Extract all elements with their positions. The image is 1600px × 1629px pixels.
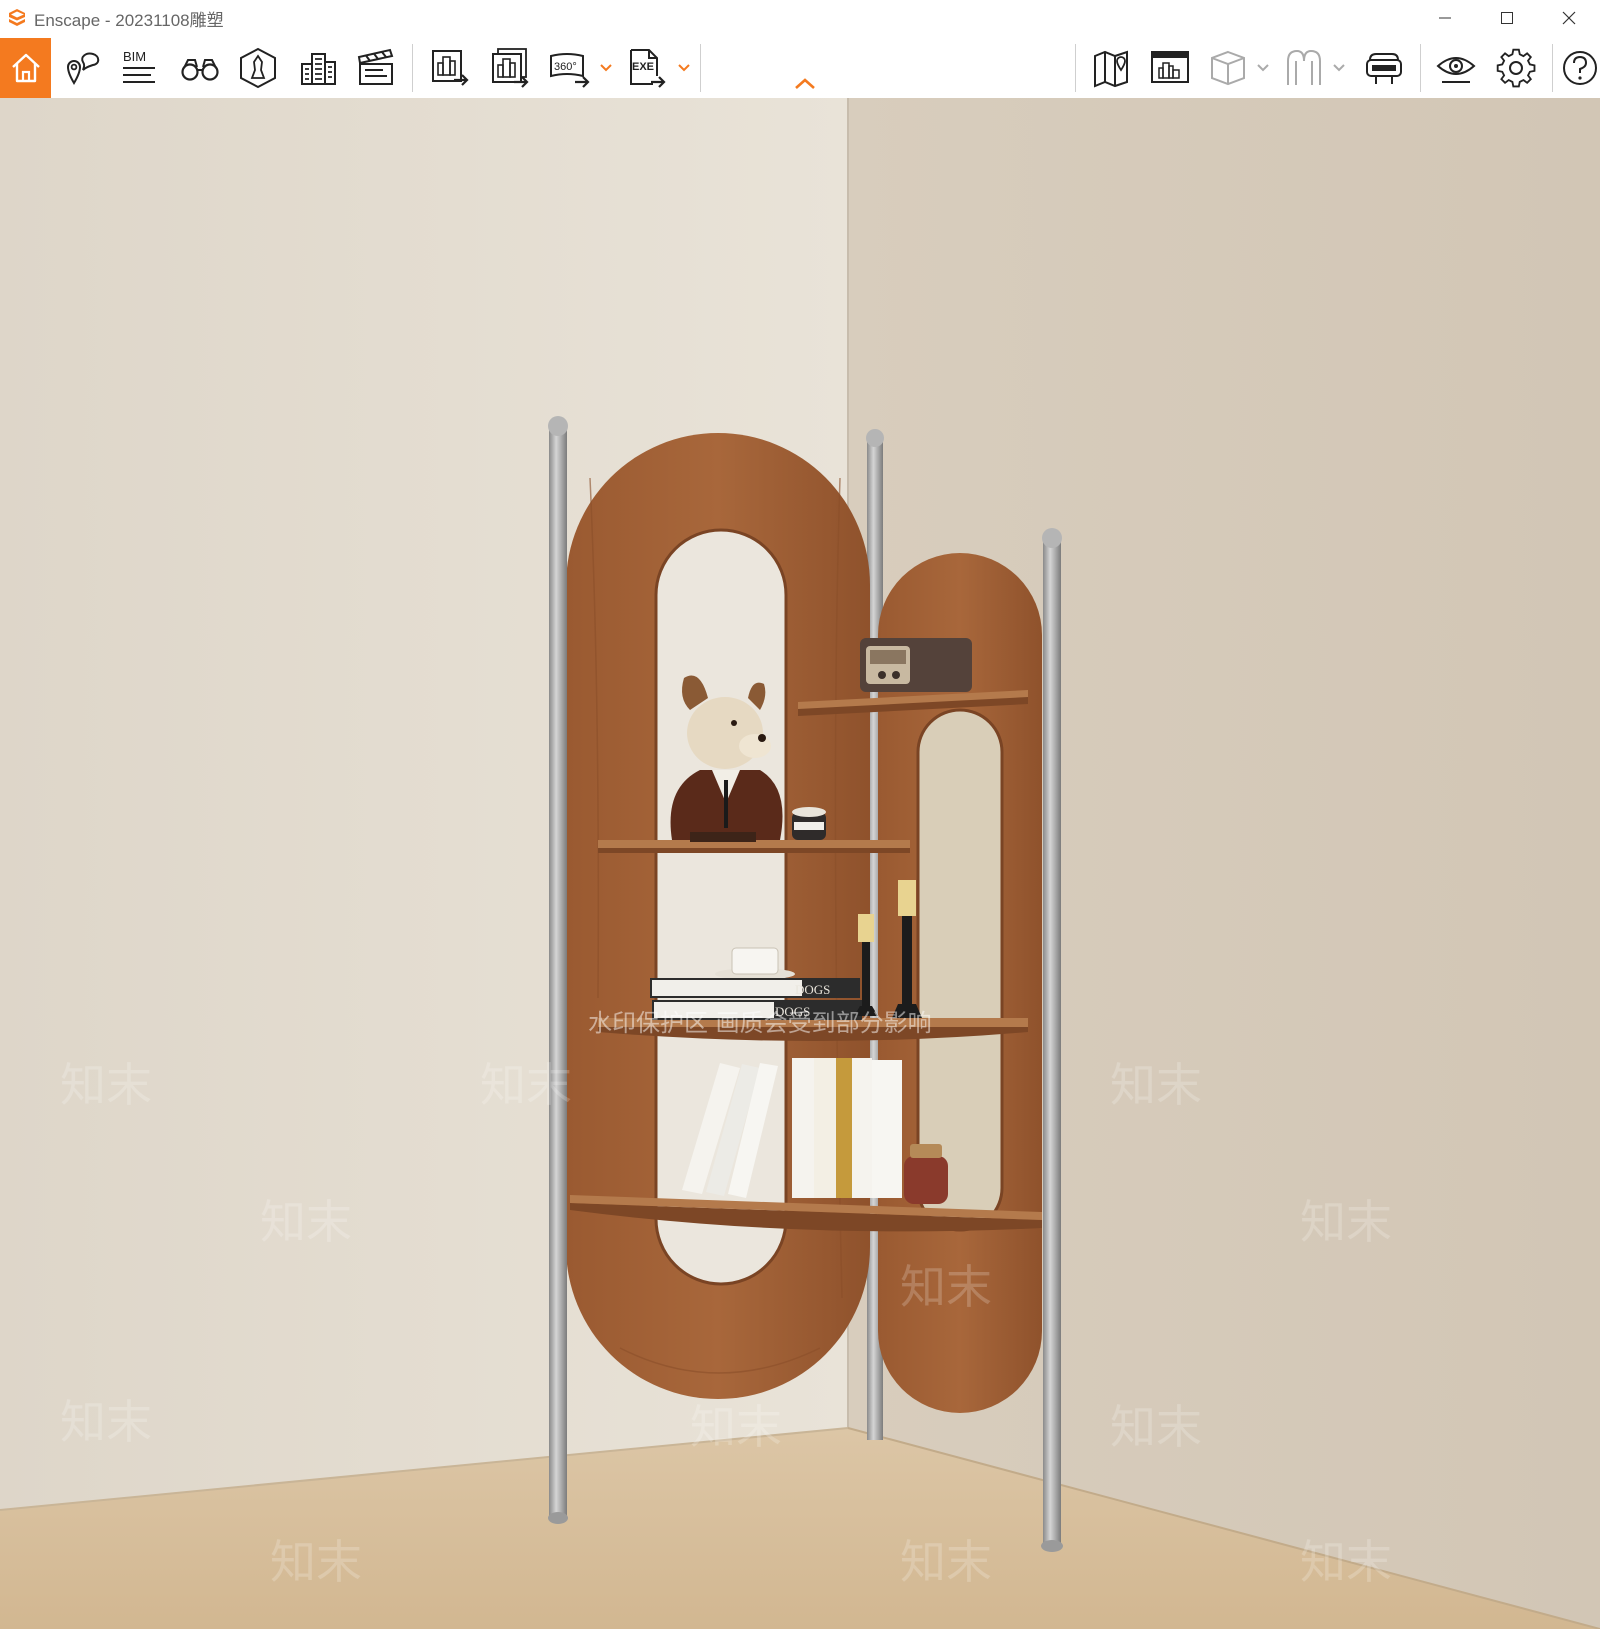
- watermark-text: 知末: [480, 1058, 572, 1112]
- left-arch-panel: [566, 433, 870, 1399]
- buildings-button[interactable]: [292, 38, 344, 98]
- batch-render-button[interactable]: [424, 38, 476, 98]
- collapse-toolbar-button[interactable]: [790, 68, 820, 98]
- binoculars-icon: [181, 59, 219, 81]
- glass-jar-object: [904, 1144, 948, 1204]
- cube-icon: [1211, 50, 1245, 86]
- video-editor-icon: [357, 48, 394, 85]
- exe-export-button[interactable]: EXE: [622, 38, 672, 98]
- chevron-down-icon: [1257, 64, 1269, 72]
- panorama-button[interactable]: 360°: [544, 38, 594, 98]
- exe-label: EXE: [632, 61, 654, 73]
- views-button[interactable]: [58, 38, 108, 98]
- material-icon: [1287, 49, 1321, 85]
- main-toolbar: BIM 360° EXE: [0, 38, 1600, 98]
- material-button[interactable]: [1280, 38, 1328, 98]
- presentation-icon: [1151, 51, 1189, 83]
- small-jar-object: [792, 807, 826, 840]
- watermark-text: 知末: [1300, 1195, 1392, 1249]
- window-title: Enscape - 20231108雕塑: [34, 10, 224, 30]
- presentation-button[interactable]: [1144, 38, 1196, 98]
- bim-label: BIM: [123, 49, 146, 64]
- vr-headset-button[interactable]: [1358, 38, 1410, 98]
- watermark-text: 知末: [60, 1058, 152, 1112]
- watermark-text: 知末: [270, 1535, 362, 1589]
- batch-render-all-button[interactable]: [484, 38, 536, 98]
- close-icon: [1562, 11, 1576, 25]
- watermark-text: 知末: [1110, 1400, 1202, 1454]
- watermark-text: 知末: [900, 1535, 992, 1589]
- cube-button[interactable]: [1204, 38, 1252, 98]
- views-icon: [66, 52, 100, 85]
- metal-pole: [1041, 528, 1063, 1552]
- watermark-text: 知末: [900, 1260, 992, 1314]
- radio-object: [860, 638, 972, 692]
- watermark-text: 知末: [690, 1400, 782, 1454]
- watermark-text: 知末: [60, 1395, 152, 1449]
- help-button[interactable]: [1560, 38, 1600, 98]
- binoculars-button[interactable]: [174, 38, 226, 98]
- chevron-up-icon: [795, 78, 815, 89]
- chevron-down-icon: [600, 64, 612, 72]
- watermark-text: 知末: [1300, 1535, 1392, 1589]
- video-editor-button[interactable]: [350, 38, 402, 98]
- maximize-icon: [1501, 12, 1513, 24]
- material-dropdown[interactable]: [1330, 38, 1348, 98]
- panorama-dropdown[interactable]: [596, 38, 616, 98]
- watermark-banner: 水印保护区 画质会受到部分影响: [588, 1009, 932, 1037]
- render-viewport[interactable]: DOGS DOGS 水印保护区 画质会受到部分影响 知末 知末 知末 知末 知末…: [0, 98, 1600, 1629]
- cube-dropdown[interactable]: [1254, 38, 1272, 98]
- panorama-label: 360°: [554, 61, 577, 73]
- asset-library-icon: [240, 47, 276, 89]
- title-bar: Enscape - 20231108雕塑: [0, 0, 1600, 36]
- panorama-icon: 360°: [550, 53, 590, 88]
- exe-dropdown[interactable]: [674, 38, 694, 98]
- metal-pole: [548, 416, 568, 1524]
- maximize-button[interactable]: [1476, 0, 1538, 36]
- book-spine-label: DOGS: [795, 982, 830, 997]
- minimize-button[interactable]: [1414, 0, 1476, 36]
- close-button[interactable]: [1538, 0, 1600, 36]
- asset-library-button[interactable]: [232, 38, 284, 98]
- minimize-icon: [1439, 17, 1451, 19]
- enscape-logo-icon: [4, 5, 30, 31]
- buildings-icon: [301, 53, 336, 85]
- chevron-down-icon: [1333, 64, 1345, 72]
- chevron-down-icon: [678, 64, 690, 72]
- batch-render-all-icon: [492, 48, 529, 88]
- settings-gear-icon: [1496, 48, 1536, 88]
- home-button[interactable]: [0, 38, 51, 98]
- bim-button[interactable]: BIM: [114, 38, 164, 98]
- visual-settings-button[interactable]: [1430, 38, 1482, 98]
- map-icon: [1094, 50, 1128, 88]
- visual-settings-icon: [1436, 57, 1476, 83]
- bim-icon: BIM: [123, 49, 155, 83]
- settings-button[interactable]: [1490, 38, 1542, 98]
- map-button[interactable]: [1086, 38, 1138, 98]
- home-icon: [11, 53, 40, 83]
- watermark-text: 知末: [1110, 1058, 1202, 1112]
- watermark-text: 知末: [260, 1195, 352, 1249]
- help-icon: [1563, 51, 1597, 85]
- exe-export-icon: EXE: [630, 49, 666, 88]
- batch-render-icon: [432, 50, 469, 86]
- vr-headset-icon: [1366, 53, 1402, 84]
